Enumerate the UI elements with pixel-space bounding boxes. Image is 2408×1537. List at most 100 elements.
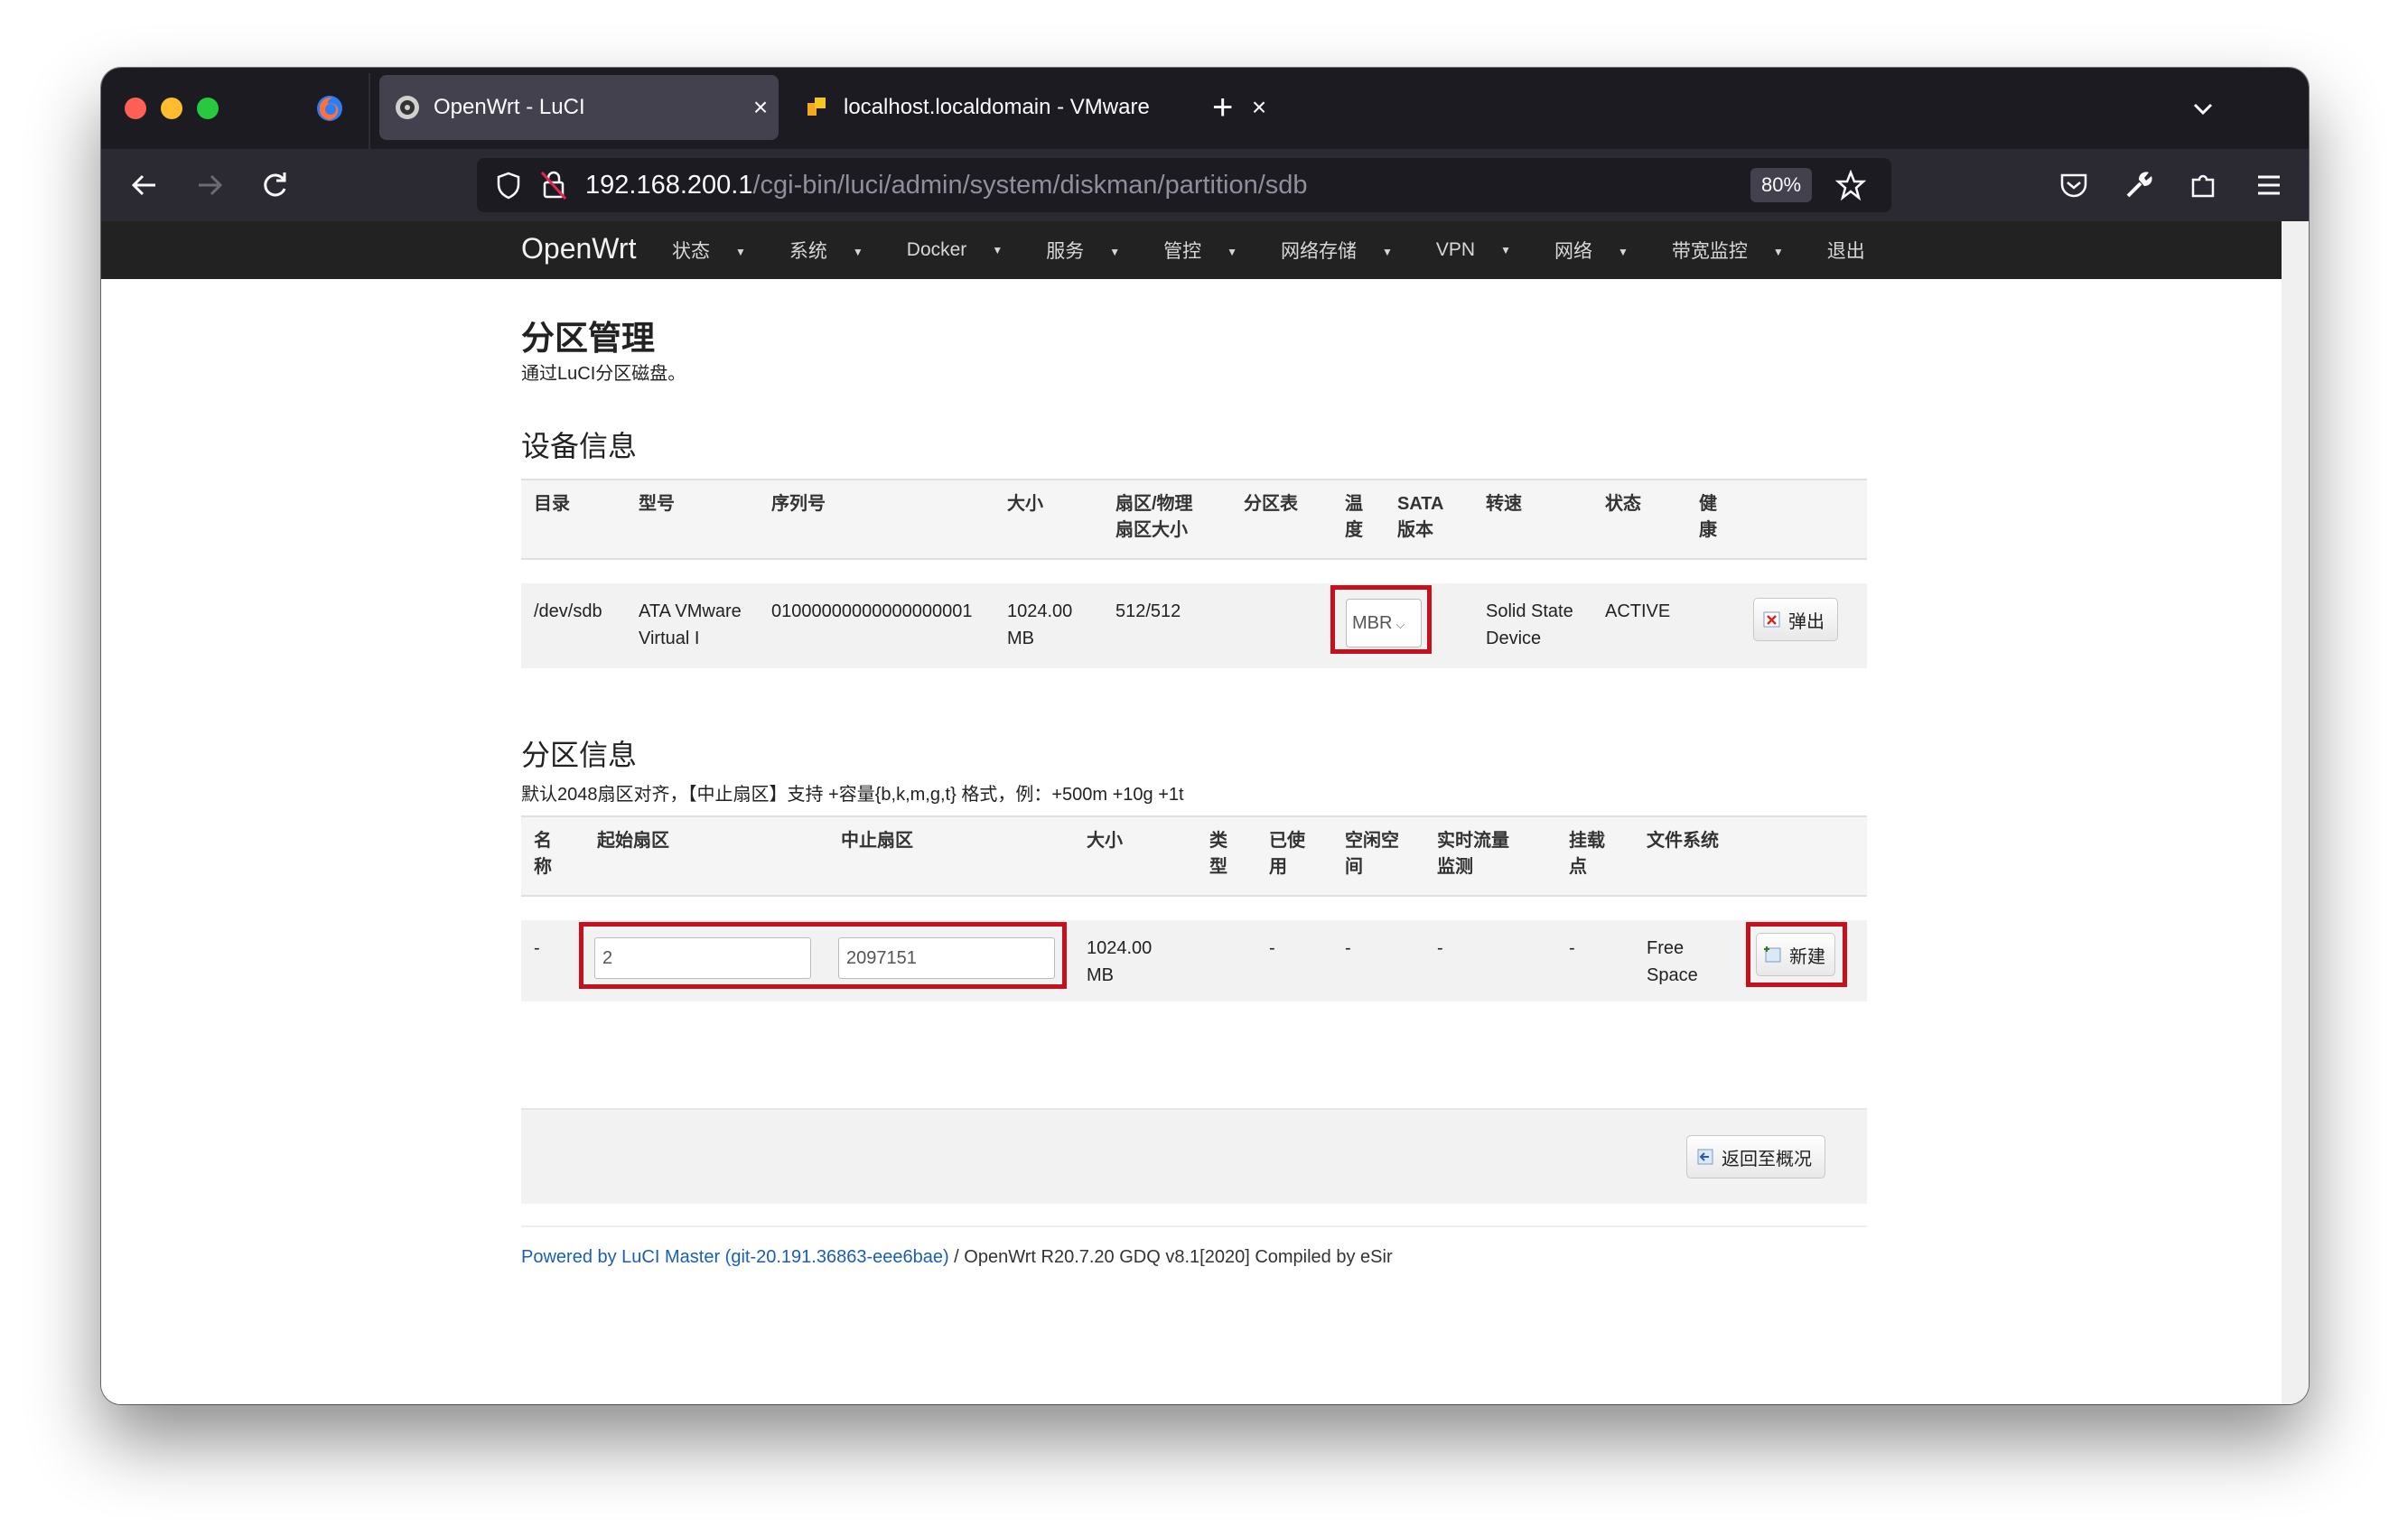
menu-docker[interactable]: Docker ▼	[907, 239, 1024, 261]
cell-name: -	[534, 938, 540, 958]
col-header: 目录	[534, 494, 570, 514]
col-header: 空闲空 间	[1345, 831, 1399, 877]
col-header: 类 型	[1209, 831, 1227, 877]
menu-logout[interactable]: 退出	[1827, 237, 1865, 264]
highlight-box: MBR ⌵	[1330, 585, 1432, 654]
table-row: - 2 2097151 1024.00 MB - - - - Free Spac…	[521, 920, 1867, 1001]
col-header: 序列号	[771, 494, 826, 514]
cell-used: -	[1269, 938, 1275, 958]
tab-close-icon[interactable]: ×	[1241, 93, 1277, 122]
footer: Powered by LuCI Master (git-20.191.36863…	[521, 1247, 1393, 1268]
tab-title: localhost.localdomain - VMware	[844, 95, 1150, 119]
cell-sector: 512/512	[1115, 601, 1181, 621]
cell-path: /dev/sdb	[534, 601, 602, 621]
cell-model: ATA VMware Virtual I	[639, 601, 742, 648]
col-header: 状态	[1605, 494, 1641, 514]
hamburger-menu-icon[interactable]	[2251, 167, 2287, 203]
cell-rotation: Solid State Device	[1486, 601, 1573, 648]
url-bar[interactable]: 192.168.200.1/cgi-bin/luci/admin/system/…	[477, 158, 1891, 212]
device-table: 目录 型号 序列号 大小 扇区/物理 扇区大小 分区表 温 度 SATA 版本 …	[521, 479, 1867, 668]
minimize-window-button[interactable]	[161, 98, 182, 119]
menu-nas[interactable]: 网络存储 ▼	[1281, 237, 1414, 264]
new-partition-button[interactable]: 新建	[1756, 933, 1835, 976]
col-header: SATA 版本	[1397, 494, 1444, 540]
highlight-box: 新建	[1746, 922, 1847, 987]
menu-vpn[interactable]: VPN ▼	[1436, 239, 1533, 261]
eject-button[interactable]: 弹出	[1753, 598, 1838, 641]
cell-size: 1024.00 MB	[1087, 938, 1153, 985]
tab-vmware[interactable]: localhost.localdomain - VMware ×	[789, 75, 1277, 140]
cell-mount: -	[1569, 938, 1575, 958]
footer-divider	[521, 1225, 1867, 1227]
tab-bar: OpenWrt - LuCI × localhost.localdomain -…	[101, 68, 2309, 149]
page-content: OpenWrt 状态 ▼ 系统 ▼ Docker ▼ 服务 ▼ 管控 ▼ 网络存储 ▼ VP…	[101, 221, 2282, 1404]
page-description: 通过LuCI分区磁盘。	[521, 364, 686, 384]
table-row: /dev/sdb ATA VMware Virtual I 0100000000…	[521, 583, 1867, 668]
col-header: 健 康	[1699, 494, 1717, 540]
wrench-icon[interactable]	[2121, 167, 2157, 203]
zoom-level-badge[interactable]: 80%	[1750, 168, 1813, 202]
menu-network[interactable]: 网络 ▼	[1554, 237, 1650, 264]
cell-size: 1024.00 MB	[1007, 601, 1073, 648]
start-sector-input[interactable]: 2	[594, 937, 811, 979]
add-icon	[1764, 946, 1781, 963]
col-header: 分区表	[1244, 494, 1298, 514]
forward-arrow-icon[interactable]	[191, 167, 228, 203]
navigation-bar: 192.168.200.1/cgi-bin/luci/admin/system/…	[101, 149, 2309, 221]
menu-system[interactable]: 系统 ▼	[789, 237, 885, 264]
cell-traffic: -	[1437, 938, 1443, 958]
vmware-favicon-icon	[807, 98, 826, 116]
pocket-icon[interactable]	[2056, 167, 2092, 203]
cell-filesystem: Free Space	[1647, 938, 1698, 985]
footer-text: / OpenWrt R20.7.20 GDQ v8.1[2020] Compil…	[948, 1247, 1393, 1267]
col-header: 挂载 点	[1569, 831, 1605, 877]
eject-icon	[1763, 611, 1780, 628]
menu-status[interactable]: 状态 ▼	[672, 237, 768, 264]
end-sector-input[interactable]: 2097151	[838, 937, 1055, 979]
tab-close-icon[interactable]: ×	[742, 93, 779, 122]
col-header: 型号	[639, 494, 675, 514]
url-path: /cgi-bin/luci/admin/system/diskman/parti…	[752, 171, 1308, 200]
cell-free: -	[1345, 938, 1351, 958]
brand-logo[interactable]: OpenWrt	[521, 232, 636, 265]
extensions-icon[interactable]	[2186, 167, 2222, 203]
tab-title: OpenWrt - LuCI	[434, 95, 585, 119]
luci-link[interactable]: Powered by LuCI Master (git-20.191.36863…	[521, 1247, 949, 1267]
partition-table-select[interactable]: MBR ⌵	[1346, 599, 1422, 647]
firefox-view-icon[interactable]	[314, 93, 345, 124]
new-tab-button[interactable]: +	[1212, 88, 1233, 127]
form-actions: 返回至概况	[521, 1108, 1867, 1204]
reload-icon[interactable]	[257, 167, 293, 203]
page-title: 分区管理	[521, 320, 655, 357]
chevron-down-icon: ⌵	[1395, 618, 1405, 631]
menu-bandwidth[interactable]: 带宽监控 ▼	[1672, 237, 1806, 264]
main-menu: 状态 ▼ 系统 ▼ Docker ▼ 服务 ▼ 管控 ▼ 网络存储 ▼ VPN ▼ 网络 ▼ 带…	[672, 221, 1887, 279]
table-header-row: 目录 型号 序列号 大小 扇区/物理 扇区大小 分区表 温 度 SATA 版本 …	[521, 479, 1867, 560]
cell-serial: 01000000000000000001	[771, 601, 973, 621]
partition-table: 名 称 起始扇区 中止扇区 大小 类 型 已使 用 空闲空 间 实时流量 监测 …	[521, 815, 1867, 1001]
col-header: 起始扇区	[597, 831, 669, 851]
luci-navbar: OpenWrt 状态 ▼ 系统 ▼ Docker ▼ 服务 ▼ 管控 ▼ 网络存储 ▼ VP…	[101, 221, 2282, 279]
col-header: 名 称	[534, 831, 552, 877]
chevron-down-icon[interactable]	[2188, 93, 2218, 124]
url-text[interactable]: 192.168.200.1/cgi-bin/luci/admin/system/…	[585, 158, 1308, 212]
zoom-window-button[interactable]	[197, 98, 219, 119]
back-arrow-icon[interactable]	[126, 167, 163, 203]
col-header: 文件系统	[1647, 831, 1719, 851]
close-window-button[interactable]	[125, 98, 146, 119]
tab-separator	[369, 73, 370, 149]
partition-note: 默认2048扇区对齐，【中止扇区】支持 +容量{b,k,m,g,t} 格式，例：…	[521, 785, 1184, 805]
shield-icon[interactable]	[493, 170, 524, 200]
scrollbar-track[interactable]	[2282, 221, 2309, 1404]
menu-services[interactable]: 服务 ▼	[1046, 237, 1142, 264]
col-header: 实时流量 监测	[1437, 831, 1509, 877]
highlight-box: 2 2097151	[579, 922, 1067, 989]
tab-openwrt[interactable]: OpenWrt - LuCI ×	[379, 75, 779, 140]
back-to-overview-button[interactable]: 返回至概况	[1686, 1135, 1825, 1178]
menu-control[interactable]: 管控 ▼	[1163, 237, 1259, 264]
col-header: 中止扇区	[841, 831, 913, 851]
bookmark-star-icon[interactable]	[1835, 170, 1866, 200]
partition-info-heading: 分区信息	[521, 739, 638, 771]
insecure-lock-icon[interactable]	[538, 169, 569, 201]
col-header: 扇区/物理 扇区大小	[1115, 494, 1193, 540]
